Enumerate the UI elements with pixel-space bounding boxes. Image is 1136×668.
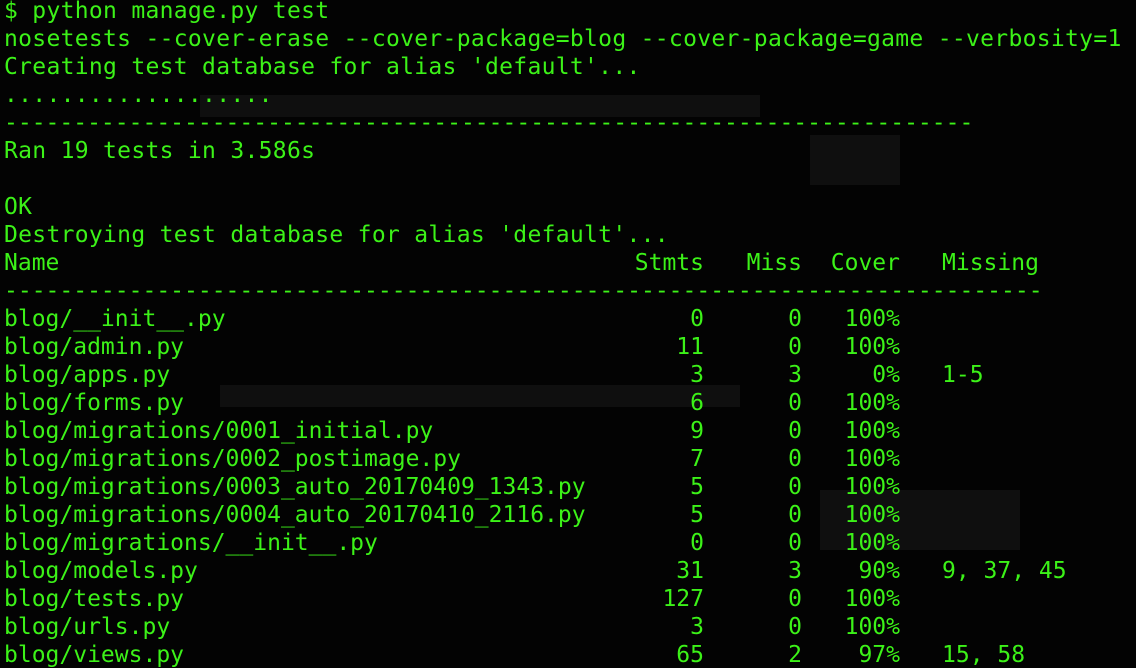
row-miss: 0 [788,586,802,612]
row-name: blog/urls.py [4,614,171,640]
row-missing: 15, 58 [942,642,1026,668]
row-cover: 100% [844,306,900,332]
row-cover: 100% [844,530,900,556]
row-name: blog/migrations/__init__.py [4,530,378,556]
row-miss: 2 [788,642,802,668]
row-miss: 0 [788,334,802,360]
row-name: blog/migrations/0001_initial.py [4,418,434,444]
row-miss: 0 [788,474,802,500]
row-cover: 100% [844,418,900,444]
row-cover: 90% [858,558,900,584]
nosetests-line: nosetests --cover-erase --cover-package=… [4,26,1122,52]
row-miss: 3 [788,558,802,584]
creating-db-line: Creating test database for alias 'defaul… [4,54,641,80]
row-stmts: 11 [676,334,704,360]
row-miss: 0 [788,502,802,528]
header-cover: Cover [830,250,900,276]
header-stmts: Stmts [634,250,704,276]
row-stmts: 7 [690,446,704,472]
row-cover: 100% [844,474,900,500]
row-stmts: 127 [662,586,704,612]
row-name: blog/migrations/0004_auto_20170410_2116.… [4,502,586,528]
row-miss: 0 [788,390,802,416]
row-name: blog/views.py [4,642,185,668]
row-cover: 100% [844,446,900,472]
row-stmts: 65 [676,642,704,668]
row-missing: 1-5 [942,362,984,388]
row-name: blog/__init__.py [4,306,226,332]
destroying-db-line: Destroying test database for alias 'defa… [4,222,669,248]
row-stmts: 3 [690,362,704,388]
background-window-shadow [810,135,900,185]
row-name: blog/admin.py [4,334,185,360]
row-cover: 100% [844,586,900,612]
row-stmts: 0 [690,306,704,332]
row-miss: 0 [788,306,802,332]
test-progress-dots: ................... [4,82,273,108]
row-cover: 97% [858,642,900,668]
ok-line: OK [4,194,33,220]
row-stmts: 9 [690,418,704,444]
row-miss: 0 [788,418,802,444]
row-stmts: 31 [676,558,704,584]
row-name: blog/apps.py [4,362,171,388]
header-miss: Miss [746,250,802,276]
row-missing: 9, 37, 45 [942,558,1067,584]
coverage-separator: ----------------------------------------… [4,278,1043,304]
row-name: blog/migrations/0003_auto_20170409_1343.… [4,474,586,500]
row-cover: 100% [844,334,900,360]
terminal-window[interactable]: $ python manage.py test nosetests --cove… [0,0,1136,668]
header-name: Name [4,250,60,276]
row-stmts: 5 [690,502,704,528]
header-missing: Missing [942,250,1039,276]
row-miss: 3 [788,362,802,388]
row-stmts: 6 [690,390,704,416]
separator-line: ----------------------------------------… [4,110,974,136]
row-cover: 0% [872,362,900,388]
row-cover: 100% [844,390,900,416]
row-cover: 100% [844,614,900,640]
row-cover: 100% [844,502,900,528]
command-line: $ python manage.py test [4,0,330,24]
row-name: blog/migrations/0002_postimage.py [4,446,461,472]
row-stmts: 3 [690,614,704,640]
row-stmts: 5 [690,474,704,500]
ran-tests-line: Ran 19 tests in 3.586s [4,138,316,164]
row-name: blog/models.py [4,558,198,584]
row-miss: 0 [788,530,802,556]
row-stmts: 0 [690,530,704,556]
row-name: blog/forms.py [4,390,185,416]
row-miss: 0 [788,446,802,472]
row-name: blog/tests.py [4,586,185,612]
row-miss: 0 [788,614,802,640]
